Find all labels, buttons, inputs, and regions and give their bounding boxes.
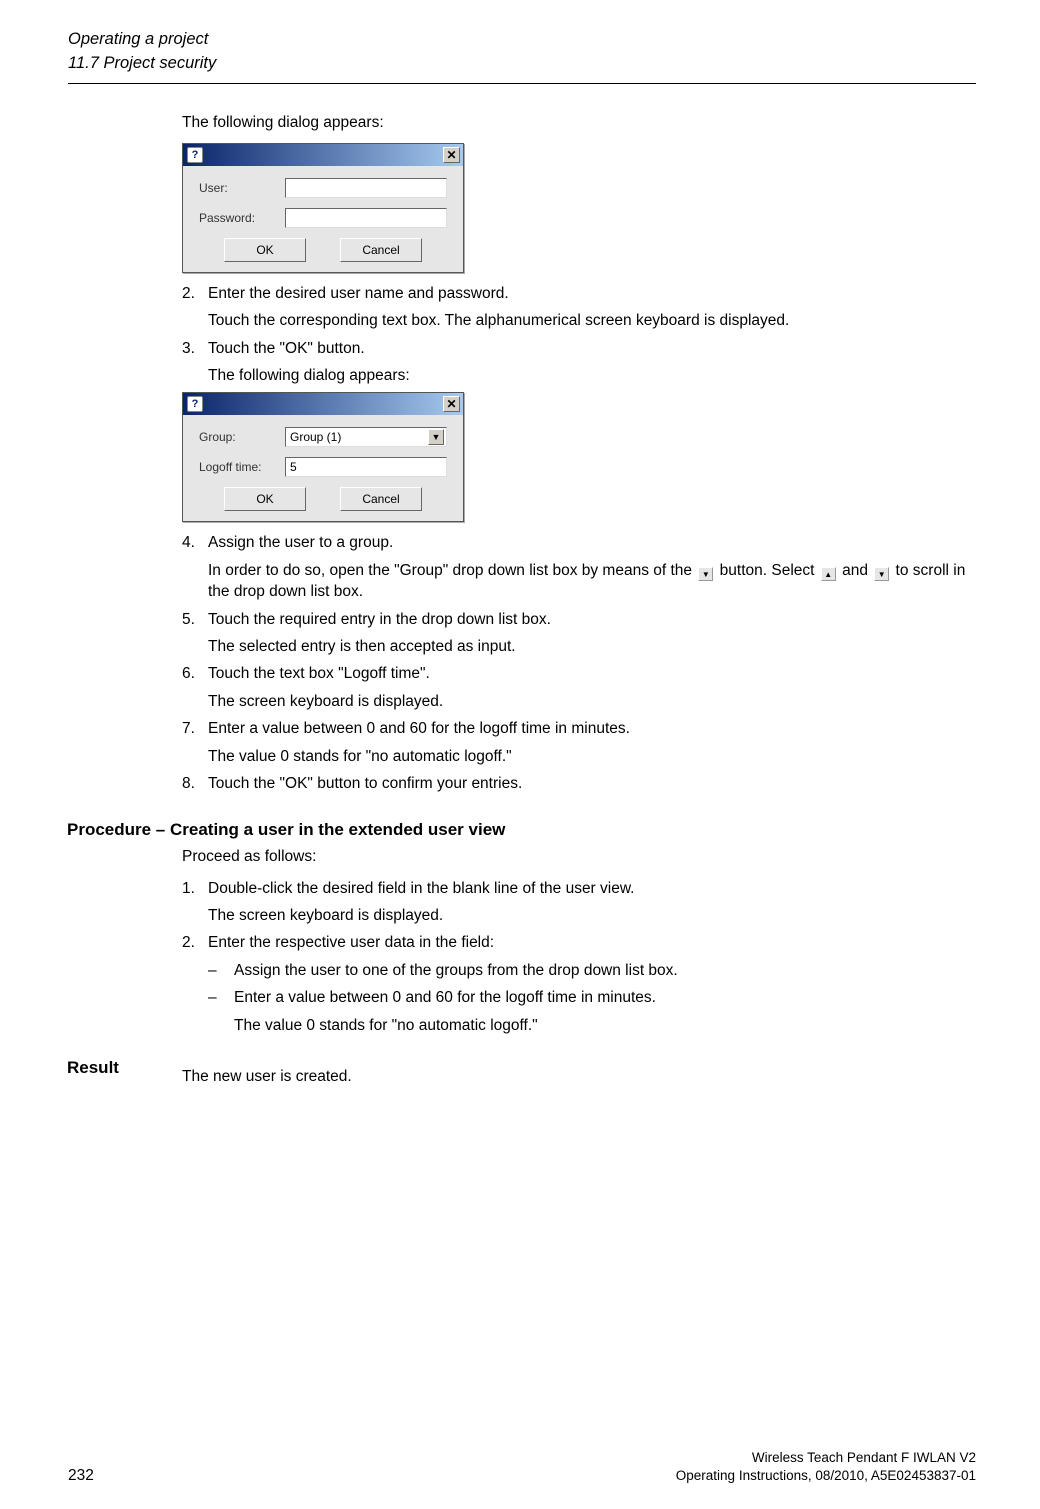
chevron-down-icon: ▼: [698, 567, 713, 581]
proc2-bullet-2: –Enter a value between 0 and 60 for the …: [208, 987, 976, 1008]
page-header: Operating a project 11.7 Project securit…: [0, 0, 1040, 84]
main-content: The following dialog appears: ? ✕ User: …: [0, 84, 1040, 1088]
step-4-sub: In order to do so, open the "Group" drop…: [208, 560, 976, 603]
section-title: 11.7 Project security: [68, 52, 976, 74]
result-text: The new user is created.: [182, 1066, 976, 1087]
intro-text: The following dialog appears:: [182, 112, 976, 133]
dialog-titlebar: ? ✕: [183, 393, 463, 415]
logoff-time-label: Logoff time:: [199, 460, 285, 474]
step-6: 6.Touch the text box "Logoff time".: [182, 663, 976, 684]
group-label: Group:: [199, 430, 285, 444]
password-input[interactable]: [285, 208, 447, 228]
question-icon: ?: [187, 147, 203, 163]
step-7-sub: The value 0 stands for "no automatic log…: [208, 746, 976, 767]
step-3-sub: The following dialog appears:: [208, 365, 976, 386]
proc2-bullet-1: –Assign the user to one of the groups fr…: [208, 960, 976, 981]
close-icon: ✕: [446, 148, 456, 162]
ok-button[interactable]: OK: [224, 487, 306, 511]
logoff-time-input[interactable]: 5: [285, 457, 447, 477]
step-4: 4.Assign the user to a group.: [182, 532, 976, 553]
close-button[interactable]: ✕: [443, 147, 460, 163]
step-2: 2.Enter the desired user name and passwo…: [182, 283, 976, 304]
step-7: 7.Enter a value between 0 and 60 for the…: [182, 718, 976, 739]
close-icon: ✕: [446, 397, 456, 411]
question-icon: ?: [187, 396, 203, 412]
page-footer: 232 Wireless Teach Pendant F IWLAN V2 Op…: [0, 1449, 1040, 1485]
chevron-down-icon: ▼: [432, 432, 441, 442]
chapter-title: Operating a project: [68, 28, 976, 50]
password-label: Password:: [199, 211, 285, 225]
chevron-up-icon: ▲: [821, 567, 836, 581]
close-button[interactable]: ✕: [443, 396, 460, 412]
page-number: 232: [68, 1467, 94, 1485]
footer-line2: Operating Instructions, 08/2010, A5E0245…: [94, 1467, 976, 1485]
group-dialog: ? ✕ Group: Group (1) ▼ Logoff time: 5 OK: [182, 392, 464, 522]
cancel-button[interactable]: Cancel: [340, 487, 422, 511]
step-6-sub: The screen keyboard is displayed.: [208, 691, 976, 712]
proc2-bullet-2-sub: The value 0 stands for "no automatic log…: [234, 1015, 976, 1036]
proc2-step-2: 2.Enter the respective user data in the …: [182, 932, 976, 953]
footer-line1: Wireless Teach Pendant F IWLAN V2: [94, 1449, 976, 1467]
proc2-step-1-sub: The screen keyboard is displayed.: [208, 905, 976, 926]
proc2-step-1: 1.Double-click the desired field in the …: [182, 878, 976, 899]
step-5: 5.Touch the required entry in the drop d…: [182, 609, 976, 630]
user-input[interactable]: [285, 178, 447, 198]
dropdown-arrow-button[interactable]: ▼: [428, 429, 444, 445]
login-dialog: ? ✕ User: Password: OK Cancel: [182, 143, 464, 273]
step-5-sub: The selected entry is then accepted as i…: [208, 636, 976, 657]
chevron-down-icon: ▼: [874, 567, 889, 581]
ok-button[interactable]: OK: [224, 238, 306, 262]
step-3: 3.Touch the "OK" button.: [182, 338, 976, 359]
dialog-titlebar: ? ✕: [183, 144, 463, 166]
procedure-heading: Procedure – Creating a user in the exten…: [67, 820, 976, 840]
procedure-intro: Proceed as follows:: [182, 846, 976, 867]
step-2-sub: Touch the corresponding text box. The al…: [208, 310, 976, 331]
group-dropdown[interactable]: Group (1) ▼: [285, 427, 447, 447]
step-8: 8.Touch the "OK" button to confirm your …: [182, 773, 976, 794]
cancel-button[interactable]: Cancel: [340, 238, 422, 262]
footer-info: Wireless Teach Pendant F IWLAN V2 Operat…: [94, 1449, 976, 1485]
user-label: User:: [199, 181, 285, 195]
